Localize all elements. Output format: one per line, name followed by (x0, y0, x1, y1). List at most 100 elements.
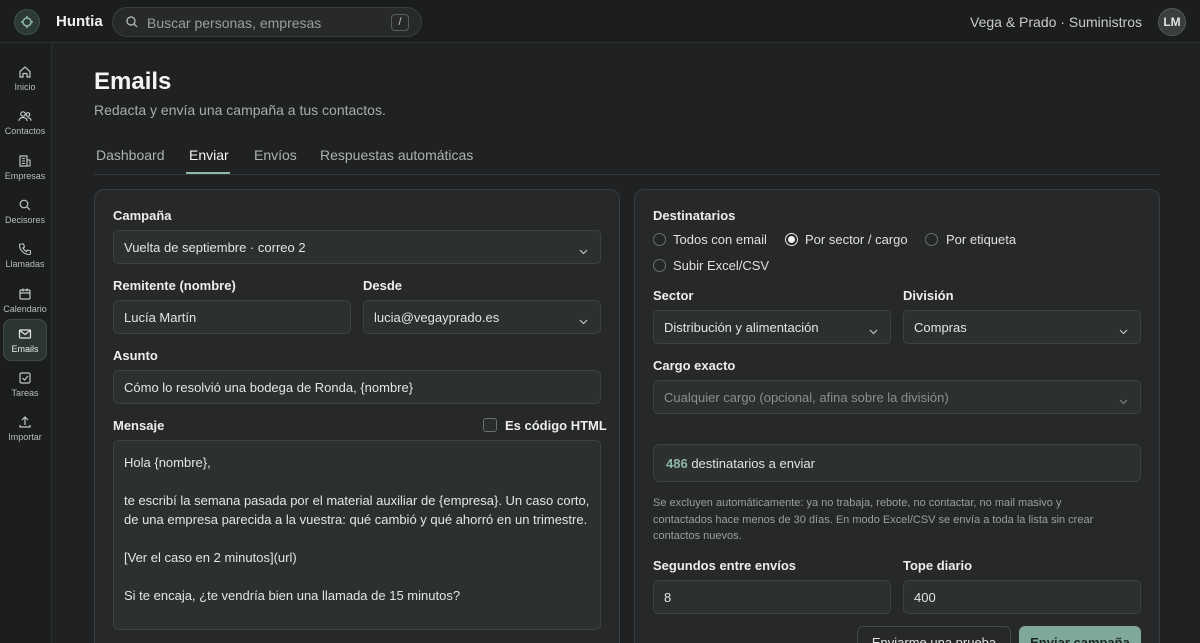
from-label: Desde (363, 278, 403, 293)
chevron-down-icon (1119, 393, 1128, 408)
sidebar-item-label: Decisores (4, 214, 45, 225)
chevron-down-icon (869, 323, 878, 338)
division-label: División (903, 288, 954, 303)
sender-label: Remitente (nombre) (113, 278, 236, 293)
active-tab-indicator (186, 172, 230, 174)
sidebar-item-label: Empresas (4, 170, 46, 181)
message-line: te escribí la semana pasada por el mater… (124, 493, 590, 527)
search-icon (125, 15, 139, 32)
daily-cap-field[interactable]: 400 (903, 580, 1141, 614)
search-shortcut-badge: / (391, 14, 409, 31)
html-checkbox[interactable] (483, 418, 497, 432)
interval-label: Segundos entre envíos (653, 558, 797, 573)
campaign-label: Campaña (113, 208, 172, 223)
division-select[interactable]: Compras (903, 310, 1141, 344)
exclusion-note: Se excluyen automáticamente: ya no traba… (653, 497, 1094, 542)
sidebar: Inicio Contactos Empresas Decisores Llam… (0, 43, 52, 643)
radio-label[interactable]: Por sector / cargo (805, 232, 908, 247)
tab-bar: Dashboard Enviar Envíos Respuestas autom… (94, 143, 1160, 175)
sector-value: Distribución y alimentación (664, 320, 819, 335)
radio-upload-csv[interactable] (653, 259, 666, 272)
organization-name[interactable]: Vega & Prado · Suministros (970, 14, 1142, 30)
sidebar-item-decisores[interactable]: Decisores (3, 190, 47, 232)
avatar[interactable]: LM (1158, 8, 1186, 36)
tab-envios[interactable]: Envíos (254, 147, 297, 173)
send-campaign-button[interactable]: Enviar campaña (1019, 626, 1141, 643)
sector-select[interactable]: Distribución y alimentación (653, 310, 891, 344)
compose-panel: Campaña Vuelta de septiembre · correo 2 … (94, 189, 620, 643)
search-bar[interactable]: Buscar personas, empresas / (112, 7, 422, 37)
recipient-count-suffix: destinatarios a enviar (691, 456, 815, 471)
users-icon (18, 109, 32, 123)
search-icon (18, 198, 32, 212)
sidebar-item-llamadas[interactable]: Llamadas (3, 234, 47, 276)
campaign-select[interactable]: Vuelta de septiembre · correo 2 (113, 230, 601, 264)
recipients-label: Destinatarios (653, 208, 736, 223)
search-input[interactable]: Buscar personas, empresas (147, 15, 321, 31)
daily-cap-value: 400 (914, 590, 936, 605)
tab-respuestas-automaticas[interactable]: Respuestas automáticas (320, 147, 473, 173)
sidebar-item-label: Emails (11, 343, 39, 354)
subject-label: Asunto (113, 348, 158, 363)
recipient-count-box: 486 destinatarios a enviar (653, 444, 1141, 482)
sidebar-item-inicio[interactable]: Inicio (3, 57, 47, 99)
message-line: Hola {nombre}, (124, 455, 211, 470)
tab-dashboard[interactable]: Dashboard (96, 147, 165, 173)
radio-by-tag[interactable] (925, 233, 938, 246)
sidebar-item-label: Importar (8, 431, 42, 442)
radio-label[interactable]: Por etiqueta (946, 232, 1016, 247)
sidebar-item-label: Tareas (11, 387, 39, 398)
interval-field[interactable]: 8 (653, 580, 891, 614)
upload-icon (18, 415, 32, 429)
cargo-placeholder: Cualquier cargo (opcional, afina sobre l… (664, 390, 949, 405)
sidebar-item-label: Llamadas (5, 258, 45, 269)
app-name: Huntia (56, 13, 103, 30)
campaign-value: Vuelta de septiembre · correo 2 (124, 240, 306, 255)
building-icon (18, 154, 32, 168)
app-logo-icon[interactable] (14, 9, 40, 35)
subject-value: Cómo lo resolvió una bodega de Ronda, {n… (124, 380, 414, 395)
radio-all-with-email[interactable] (653, 233, 666, 246)
sidebar-item-label: Calendario (3, 303, 47, 314)
message-line: [Ver el caso en 2 minutos](url) (124, 550, 297, 565)
html-checkbox-label[interactable]: Es código HTML (505, 418, 607, 433)
sidebar-item-emails[interactable]: Emails (3, 319, 47, 361)
radio-label[interactable]: Subir Excel/CSV (673, 258, 769, 273)
recipients-panel: Destinatarios Todos con email Por sector… (634, 189, 1160, 643)
checkbox-icon (18, 371, 32, 385)
subject-field[interactable]: Cómo lo resolvió una bodega de Ronda, {n… (113, 370, 601, 404)
calendar-icon (18, 287, 32, 301)
cargo-label: Cargo exacto (653, 358, 736, 373)
radio-label[interactable]: Todos con email (673, 232, 767, 247)
chevron-down-icon (1119, 323, 1128, 338)
sender-name-field[interactable]: Lucía Martín (113, 300, 351, 334)
from-select[interactable]: lucia@vegayprado.es (363, 300, 601, 334)
phone-icon (18, 242, 32, 256)
tab-enviar[interactable]: Enviar (189, 147, 229, 173)
sidebar-item-empresas[interactable]: Empresas (3, 146, 47, 188)
mail-icon (18, 327, 32, 341)
recipient-count: 486 (666, 456, 688, 471)
chevron-down-icon (579, 313, 588, 328)
sidebar-item-label: Inicio (14, 81, 36, 92)
daily-cap-label: Tope diario (903, 558, 973, 573)
sidebar-item-calendario[interactable]: Calendario (3, 279, 47, 321)
top-bar: Huntia Buscar personas, empresas / Vega … (0, 0, 1200, 43)
radio-by-sector[interactable] (785, 233, 798, 246)
message-label: Mensaje (113, 418, 165, 433)
interval-value: 8 (664, 590, 672, 605)
sidebar-item-tareas[interactable]: Tareas (3, 363, 47, 405)
cargo-select[interactable]: Cualquier cargo (opcional, afina sobre l… (653, 380, 1141, 414)
message-textarea[interactable]: Hola {nombre}, te escribí la semana pasa… (113, 440, 601, 630)
send-test-button[interactable]: Enviarme una prueba (857, 626, 1011, 643)
sector-label: Sector (653, 288, 694, 303)
home-icon (18, 65, 32, 79)
page-subtitle: Redacta y envía una campaña a tus contac… (94, 102, 386, 118)
sender-name-value: Lucía Martín (124, 310, 197, 325)
from-value: lucia@vegayprado.es (374, 310, 500, 325)
sidebar-item-importar[interactable]: Importar (3, 407, 47, 449)
chevron-down-icon (579, 243, 588, 258)
sidebar-item-contactos[interactable]: Contactos (3, 101, 47, 143)
page-title: Emails (94, 68, 172, 95)
division-value: Compras (914, 320, 967, 335)
